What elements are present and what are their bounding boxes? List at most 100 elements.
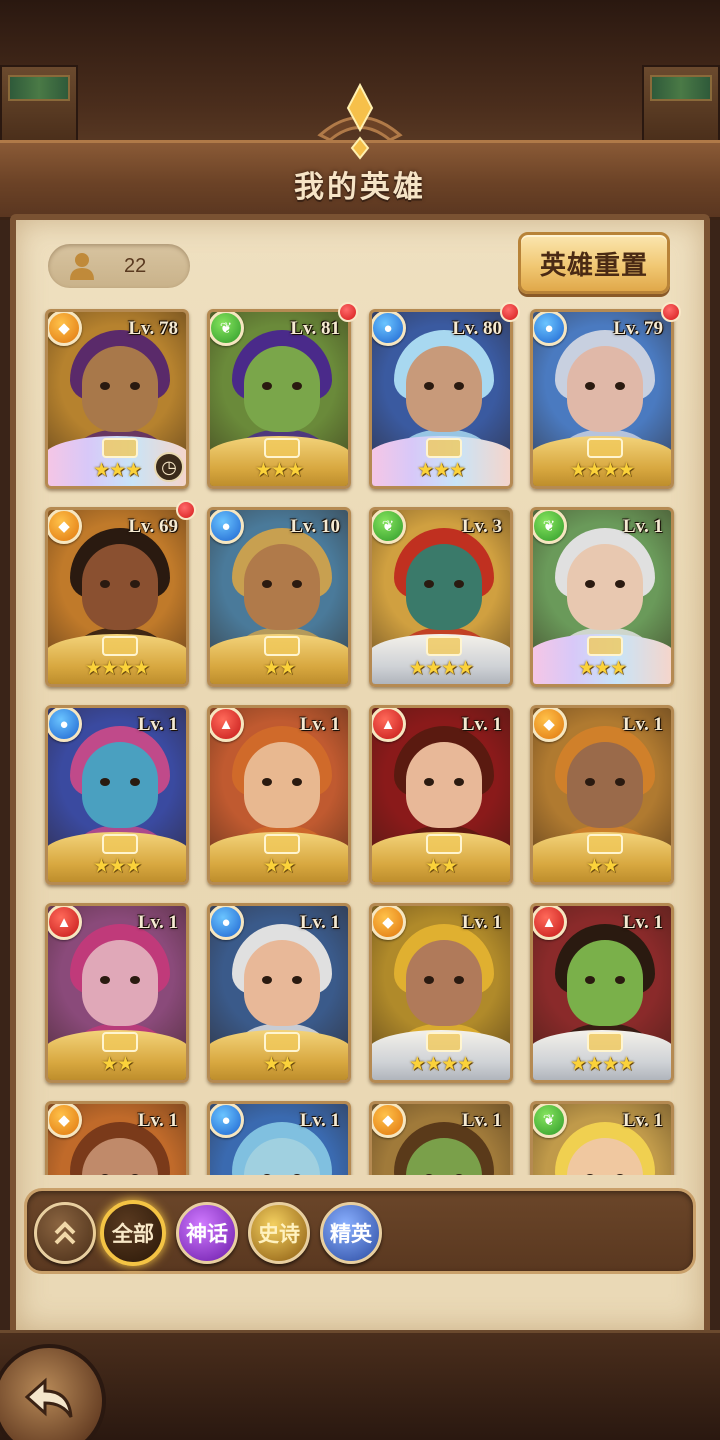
hero-level: Lv. 69 [128,516,178,537]
filter-all-button[interactable]: 全部 [100,1200,166,1266]
hero-level: Lv. 1 [299,1110,340,1131]
hero-card[interactable]: Lv. 69 ★★★★ ◆ [45,507,189,687]
filter-epic-button[interactable]: 史诗 [248,1202,310,1264]
hero-card[interactable]: Lv. 10 ★★ ● [207,507,351,687]
hero-stars: ★★★★ [569,1054,635,1075]
hero-card[interactable]: Lv. 1 ◆ [369,1101,513,1175]
double-chevron-up-icon [54,1221,76,1245]
leaf-icon: ❦ [372,510,406,544]
hero-card[interactable]: Lv. 1 ★★ ▲ [207,705,351,885]
notification-dot [500,302,520,322]
hero-card[interactable]: Lv. 1 ● [207,1101,351,1175]
hero-card[interactable]: Lv. 1 ★★★ ● [45,705,189,885]
notification-dot [338,302,358,322]
hero-count-pill: 22 [48,244,190,288]
hero-card[interactable]: Lv. 80 ★★★ ● [369,309,513,489]
flame-icon: ▲ [48,906,82,940]
diamond-icon: ◆ [533,708,567,742]
hero-card[interactable]: Lv. 1 ❦ [530,1101,674,1175]
left-pillar-decoration [0,65,78,145]
bottom-background [0,1330,720,1440]
rank-emblem-icon [102,438,138,458]
hero-card[interactable]: Lv. 1 ★★★ ❦ [530,507,674,687]
droplet-icon: ● [210,510,244,544]
droplet-icon: ● [210,1104,244,1138]
rank-emblem-icon [587,636,623,656]
hero-level: Lv. 1 [461,714,502,735]
hero-card[interactable]: Lv. 78 ★★★ ◆ ◷ [45,309,189,489]
leaf-icon: ❦ [533,1104,567,1138]
flame-icon: ▲ [210,708,244,742]
clock-icon: ◷ [154,452,184,482]
droplet-icon: ● [533,312,567,346]
hero-level: Lv. 1 [137,714,178,735]
hero-level: Lv. 1 [137,1110,178,1131]
filter-myth-button[interactable]: 神话 [176,1202,238,1264]
droplet-icon: ● [372,312,406,346]
hero-level: Lv. 1 [622,1110,663,1131]
right-pillar-decoration [642,65,720,145]
rank-emblem-icon [264,438,300,458]
hero-level: Lv. 80 [452,318,502,339]
rank-emblem-icon [264,1032,300,1052]
flame-icon: ▲ [533,906,567,940]
hero-level: Lv. 1 [461,1110,502,1131]
hero-stars: ★★★ [92,856,142,877]
diamond-icon: ◆ [372,906,406,940]
diamond-icon: ◆ [48,312,82,346]
diamond-icon: ◆ [372,1104,406,1138]
leaf-icon: ❦ [533,510,567,544]
rank-emblem-icon [426,438,462,458]
hero-level: Lv. 10 [290,516,340,537]
leaf-icon: ❦ [210,312,244,346]
hero-count-value: 22 [124,255,147,277]
droplet-icon: ● [48,708,82,742]
hero-card[interactable]: Lv. 81 ★★★ ❦ [207,309,351,489]
hero-stars: ★★ [262,1054,296,1075]
hero-level: Lv. 81 [290,318,340,339]
hero-stars: ★★ [585,856,619,877]
hero-level: Lv. 1 [622,912,663,933]
hero-card[interactable]: Lv. 3 ★★★★ ❦ [369,507,513,687]
rank-emblem-icon [264,834,300,854]
diamond-icon: ◆ [48,1104,82,1138]
collapse-button[interactable] [34,1202,96,1264]
flame-icon: ▲ [372,708,406,742]
hero-card[interactable]: Lv. 1 ◆ [45,1101,189,1175]
rank-emblem-icon [264,636,300,656]
hero-card[interactable]: Lv. 1 ★★ ● [207,903,351,1083]
hero-stars: ★★ [100,1054,134,1075]
user-icon [70,253,94,280]
crest-ornament-icon [317,82,403,160]
hero-card[interactable]: Lv. 79 ★★★★ ● [530,309,674,489]
hero-stars: ★★★ [416,460,466,481]
filter-elite-button[interactable]: 精英 [320,1202,382,1264]
hero-level: Lv. 79 [613,318,663,339]
hero-stars: ★★★★ [408,658,474,679]
return-arrow-icon [24,1377,73,1418]
notification-dot [661,302,681,322]
hero-level: Lv. 78 [128,318,178,339]
hero-reset-button[interactable]: 英雄重置 [518,232,670,294]
rank-emblem-icon [426,636,462,656]
hero-level: Lv. 3 [461,516,502,537]
hero-level: Lv. 1 [622,516,663,537]
rank-emblem-icon [426,1032,462,1052]
hero-card[interactable]: Lv. 1 ★★★★ ◆ [369,903,513,1083]
hero-level: Lv. 1 [299,912,340,933]
hero-card[interactable]: Lv. 1 ★★ ▲ [369,705,513,885]
hero-grid: Lv. 78 ★★★ ◆ ◷ Lv. 81 ★★★ ❦ Lv. 80 ★★★ ● Lv. 79 ★★★… [30,300,690,1175]
rank-emblem-icon [587,438,623,458]
hero-stars: ★★★★ [408,1054,474,1075]
hero-card[interactable]: Lv. 1 ★★★★ ▲ [530,903,674,1083]
hero-card[interactable]: Lv. 1 ★★ ▲ [45,903,189,1083]
hero-stars: ★★★ [577,658,627,679]
rank-emblem-icon [102,834,138,854]
rank-emblem-icon [426,834,462,854]
notification-dot [176,500,196,520]
diamond-icon: ◆ [48,510,82,544]
page-title: 我的英雄 [294,171,426,204]
hero-stars: ★★ [262,658,296,679]
rank-emblem-icon [102,1032,138,1052]
hero-card[interactable]: Lv. 1 ★★ ◆ [530,705,674,885]
